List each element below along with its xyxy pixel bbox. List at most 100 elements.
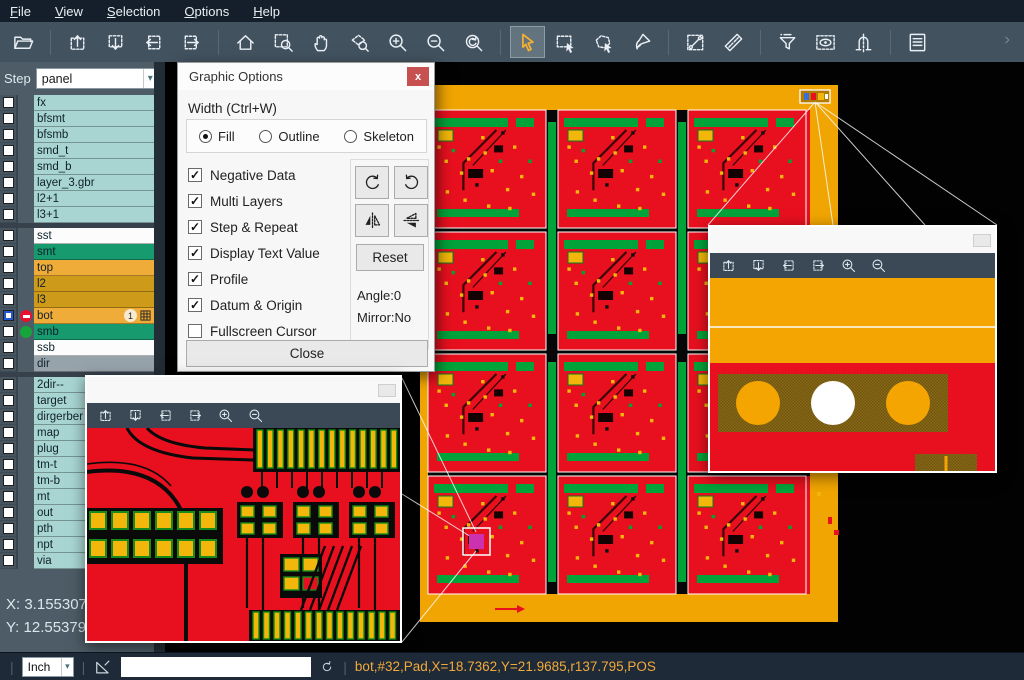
layer-label-dir[interactable]: dir [34, 356, 154, 372]
menu-view[interactable]: View [55, 4, 83, 19]
grid-icon[interactable] [140, 310, 151, 321]
popup-pan-up-button[interactable] [97, 407, 114, 424]
layer-visibility-checkbox-target[interactable] [3, 395, 14, 406]
layer-visibility-checkbox-plug[interactable] [3, 443, 14, 454]
brush-button[interactable] [624, 26, 659, 58]
popup-window-button[interactable] [378, 384, 396, 397]
radio-skeleton[interactable]: Skeleton [344, 129, 414, 144]
layer-visibility-checkbox-top[interactable] [3, 262, 14, 273]
zoom-in-button[interactable] [380, 26, 415, 58]
popup-pan-down-button[interactable] [750, 257, 767, 274]
layer-visibility-checkbox-smb[interactable] [3, 326, 14, 337]
measure-line-button[interactable] [678, 26, 713, 58]
layer-label-smd-b[interactable]: smd_b [34, 159, 154, 175]
popup-zoom-in-button[interactable] [840, 257, 857, 274]
pan-right-button[interactable] [174, 26, 209, 58]
layer-label-bfsmt[interactable]: bfsmt [34, 111, 154, 127]
select-polygon-button[interactable] [586, 26, 621, 58]
checkbox-profile[interactable]: ✓Profile [188, 266, 320, 292]
home-view-button[interactable] [228, 26, 263, 58]
layer-visibility-checkbox-ssb[interactable] [3, 342, 14, 353]
layer-label-fx[interactable]: fx [34, 95, 154, 111]
reset-button[interactable]: Reset [356, 244, 424, 271]
layer-visibility-checkbox-out[interactable] [3, 507, 14, 518]
popup-window-button[interactable] [973, 234, 991, 247]
layer-visibility-checkbox-bfsmb[interactable] [3, 129, 14, 140]
filter-button[interactable] [770, 26, 805, 58]
checkbox-datum-origin[interactable]: ✓Datum & Origin [188, 292, 320, 318]
menu-options[interactable]: Options [184, 4, 229, 19]
close-button[interactable]: Close [186, 340, 428, 367]
rotate-ccw-button[interactable] [394, 166, 428, 199]
layer-visibility-checkbox-2dir[interactable] [3, 379, 14, 390]
layer-visibility-checkbox-sst[interactable] [3, 230, 14, 241]
unit-select[interactable]: Inch ▾ [22, 657, 74, 677]
layer-label-l2[interactable]: l2 [34, 276, 154, 292]
layer-label-ssb[interactable]: ssb [34, 340, 154, 356]
menu-selection[interactable]: Selection [107, 4, 160, 19]
refresh-icon[interactable] [319, 659, 335, 675]
layer-visibility-checkbox-l2[interactable] [3, 278, 14, 289]
mirror-horizontal-button[interactable] [355, 204, 389, 237]
zoom-object-button[interactable] [342, 26, 377, 58]
menu-help[interactable]: Help [253, 4, 280, 19]
step-select[interactable]: panel ▾ [36, 68, 158, 89]
pan-down-button[interactable] [98, 26, 133, 58]
select-arrow-button[interactable] [510, 26, 545, 58]
measure-ruler-button[interactable] [716, 26, 751, 58]
pan-left-button[interactable] [136, 26, 171, 58]
command-input[interactable] [121, 657, 311, 677]
layer-visibility-checkbox-pth[interactable] [3, 523, 14, 534]
popup-zoom-out-button[interactable] [870, 257, 887, 274]
layer-visibility-checkbox-l3[interactable] [3, 294, 14, 305]
layer-visibility-checkbox-bot[interactable] [3, 310, 14, 321]
mirror-vertical-button[interactable] [394, 204, 428, 237]
zoom-out-button[interactable] [418, 26, 453, 58]
radio-fill[interactable]: Fill [199, 129, 235, 144]
report-button[interactable] [900, 26, 935, 58]
popup-pan-left-button[interactable] [157, 407, 174, 424]
layer-label-sst[interactable]: sst [34, 228, 154, 244]
layer-label-l3[interactable]: l3 [34, 292, 154, 308]
popup-pan-up-button[interactable] [720, 257, 737, 274]
popup-zoom-out-button[interactable] [247, 407, 264, 424]
checkbox-multi-layers[interactable]: ✓Multi Layers [188, 188, 320, 214]
popup-pan-down-button[interactable] [127, 407, 144, 424]
dialog-close-button[interactable]: x [407, 67, 429, 86]
menu-file[interactable]: File [10, 4, 31, 19]
zoom-popup-content[interactable] [710, 278, 995, 471]
popup-zoom-in-button[interactable] [217, 407, 234, 424]
checkbox-display-text-value[interactable]: ✓Display Text Value [188, 240, 320, 266]
checkbox-negative-data[interactable]: ✓Negative Data [188, 162, 320, 188]
layer-label-l3-1[interactable]: l3+1 [34, 207, 154, 223]
rotate-cw-button[interactable] [355, 166, 389, 199]
layer-visibility-checkbox-l2-1[interactable] [3, 193, 14, 204]
popup-pan-right-button[interactable] [187, 407, 204, 424]
zoom-previous-button[interactable] [456, 26, 491, 58]
layer-visibility-checkbox-smt[interactable] [3, 246, 14, 257]
pan-hand-button[interactable] [304, 26, 339, 58]
radio-outline[interactable]: Outline [259, 129, 319, 144]
layer-label-bot[interactable]: bot1 [34, 308, 154, 324]
toolbar-overflow-icon[interactable] [1000, 33, 1014, 52]
layer-label-smd-t[interactable]: smd_t [34, 143, 154, 159]
pan-up-button[interactable] [60, 26, 95, 58]
zoom-popup-content[interactable] [87, 428, 400, 641]
layer-visibility-checkbox-via[interactable] [3, 555, 14, 566]
layer-visibility-checkbox-smd-b[interactable] [3, 161, 14, 172]
layer-visibility-checkbox-layer-3-gbr[interactable] [3, 177, 14, 188]
open-file-button[interactable] [6, 26, 41, 58]
zoom-window-button[interactable] [266, 26, 301, 58]
layer-label-bfsmb[interactable]: bfsmb [34, 127, 154, 143]
layer-visibility-checkbox-dir[interactable] [3, 358, 14, 369]
layer-visibility-checkbox-npt[interactable] [3, 539, 14, 550]
popup-pan-left-button[interactable] [780, 257, 797, 274]
layer-visibility-checkbox-tm-t[interactable] [3, 459, 14, 470]
layer-visibility-checkbox-l3-1[interactable] [3, 209, 14, 220]
select-rectangle-button[interactable] [548, 26, 583, 58]
layer-visibility-checkbox-tm-b[interactable] [3, 475, 14, 486]
layer-label-smt[interactable]: smt [34, 244, 154, 260]
layer-visibility-checkbox-mt[interactable] [3, 491, 14, 502]
layer-label-top[interactable]: top [34, 260, 154, 276]
view-area-button[interactable] [808, 26, 843, 58]
